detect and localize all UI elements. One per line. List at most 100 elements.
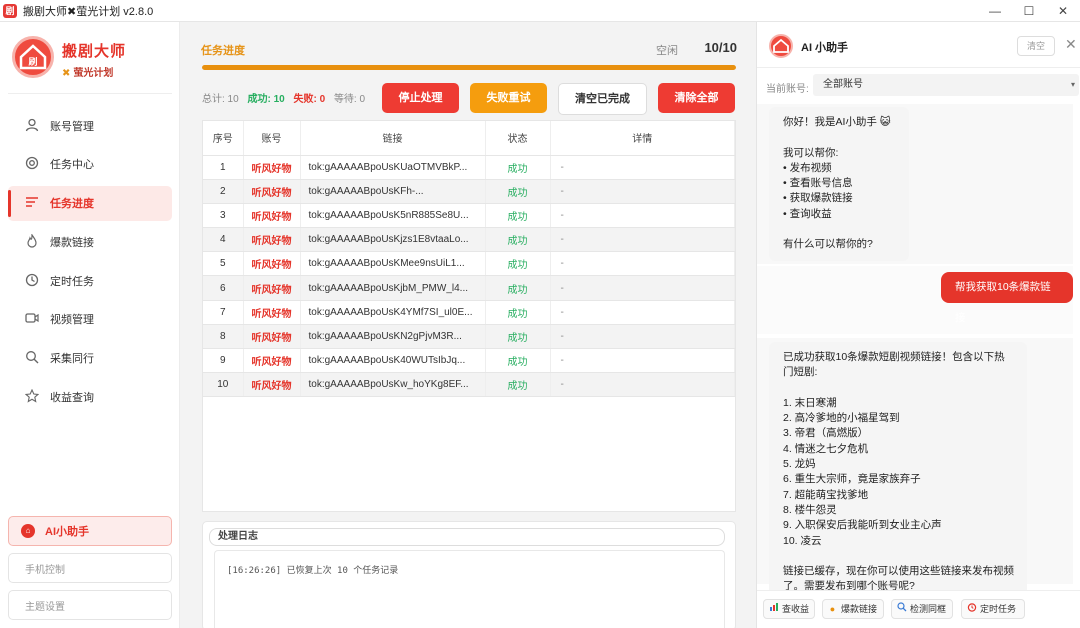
cell-detail: - [550,275,735,301]
sidebar-ai-assistant-button[interactable]: ⌂ AI小助手 [8,516,172,546]
table-row[interactable]: 1 听风好物 tok:gAAAAABpoUsKUaOTMVBkP... 成功 - [203,155,735,180]
sidebar-phone-label: 手机控制 [25,564,65,576]
cell-detail: - [550,227,735,253]
cell-account: 听风好物 [243,348,301,374]
sidebar-item-hot-links[interactable]: 爆款链接 [8,224,172,259]
progress-count: 10/10 [704,40,737,55]
table-row[interactable]: 8 听风好物 tok:gAAAAABpoUsKN2gPjvM3R... 成功 - [203,324,735,350]
ai-clear-button[interactable]: 清空 [1017,36,1055,56]
progress-status: 空闲 [656,45,678,57]
cell-account: 听风好物 [243,227,301,253]
cell-no: 2 [203,179,244,204]
close-window-button[interactable]: ✕ [1046,0,1080,22]
ai-panel-header: AI 小助手 清空 ✕ [757,22,1080,68]
cell-link: tok:gAAAAABpoUsKw_hoYKg8EF... [300,372,486,398]
sidebar-item-video-management[interactable]: 视频管理 [8,302,172,337]
cell-detail: - [550,300,735,325]
table-row[interactable]: 2 听风好物 tok:gAAAAABpoUsKFh-... 成功 - [203,179,735,204]
cell-link: tok:gAAAAABpoUsK40WUTsIbJq... [300,348,486,374]
table-row[interactable]: 6 听风好物 tok:gAAAAABpoUsKjbM_PMW_l4... 成功 … [203,275,735,301]
search-icon [24,350,40,366]
column-header: 账号 [243,121,301,156]
cell-account: 听风好物 [243,324,301,350]
ai-logo-icon: ⌂ [21,524,35,538]
cell-status: 成功 [485,300,551,325]
cell-status: 成功 [485,155,551,180]
sidebar-item-label: 任务进度 [50,198,94,211]
log-output[interactable]: [16:26:26] 已恢复上次 10 个任务记录 [214,550,725,628]
task-table: 序号 账号 链接 状态 详情 1 听风好物 tok:gAAAAABpoUsKUa… [202,120,736,512]
close-icon[interactable]: ✕ [1065,36,1077,53]
sidebar-theme-settings-button[interactable]: 主题设置 [8,590,172,620]
table-row[interactable]: 10 听风好物 tok:gAAAAABpoUsKw_hoYKg8EF... 成功… [203,372,735,398]
quick-hot-links-button[interactable]: ● 爆款链接 [822,599,884,619]
cell-link: tok:gAAAAABpoUsKjzs1E8vtaaLo... [300,227,486,253]
cell-no: 3 [203,203,244,229]
sidebar-item-task-center[interactable]: 任务中心 [8,147,172,182]
maximize-button[interactable]: ☐ [1012,0,1046,22]
house-logo-icon: 刷 [19,44,47,70]
sidebar-item-collect-peers[interactable]: 采集同行 [8,341,172,376]
column-header: 详情 [550,121,735,156]
cell-account: 听风好物 [243,155,301,180]
table-row[interactable]: 4 听风好物 tok:gAAAAABpoUsKjzs1E8vtaaLo... 成… [203,227,735,253]
account-select[interactable]: 全部账号 ▾ [813,74,1079,96]
sidebar-item-label: 视频管理 [50,314,94,327]
clear-all-button[interactable]: 清除全部 [658,83,735,113]
video-icon [24,311,40,327]
sidebar-divider [8,93,172,94]
progress-bar-fill [202,65,736,70]
sidebar-item-label: 任务中心 [50,159,94,172]
cell-status: 成功 [485,324,551,350]
quick-scheduled-tasks-button[interactable]: 定时任务 [961,599,1025,619]
quick-actions-bar: 查收益 ● 爆款链接 检测同框 定时任务 [757,590,1080,628]
window-title: 搬剧大师✖萤光计划 v2.8.0 [23,5,154,18]
cell-account: 听风好物 [243,179,301,204]
cell-link: tok:gAAAAABpoUsKUaOTMVBkP... [300,155,486,180]
alarm-icon [966,600,977,618]
table-row[interactable]: 9 听风好物 tok:gAAAAABpoUsK40WUTsIbJq... 成功 … [203,348,735,374]
cell-account: 听风好物 [243,203,301,229]
clear-completed-button[interactable]: 清空已完成 [558,83,647,115]
table-row[interactable]: 5 听风好物 tok:gAAAAABpoUsKMee9nsUiL1... 成功 … [203,251,735,277]
account-select-value: 全部账号 [823,79,863,90]
search-icon [896,600,907,618]
minimize-button[interactable]: — [978,0,1012,22]
fire-icon [24,232,40,250]
log-line: [16:26:26] 已恢复上次 10 个任务记录 [227,566,399,576]
table-row[interactable]: 7 听风好物 tok:gAAAAABpoUsK4YMf7SI_ul0E... 成… [203,300,735,325]
quick-earnings-button[interactable]: 查收益 [763,599,815,619]
cell-status: 成功 [485,227,551,253]
chevron-down-icon: ▾ [1070,80,1075,89]
brand-logo-icon: 刷 [12,36,54,78]
table-row[interactable]: 3 听风好物 tok:gAAAAABpoUsK5nR885Se8U... 成功 … [203,203,735,229]
current-account-label: 当前账号: [766,84,809,95]
sidebar-item-earnings[interactable]: 收益查询 [8,380,172,415]
cell-no: 10 [203,372,244,398]
cell-detail: - [550,203,735,229]
sidebar-item-task-progress[interactable]: 任务进度 [8,185,172,221]
cell-no: 6 [203,275,244,301]
stop-processing-button[interactable]: 停止处理 [382,83,459,113]
list-icon [24,195,40,211]
cell-link: tok:gAAAAABpoUsK5nR885Se8U... [300,203,486,229]
sidebar: 刷 搬剧大师 ✖ 萤光计划 账号管理 任务中心 任务进度 爆款链接 定时任务 视… [0,22,180,628]
svg-text:刷: 刷 [28,56,37,68]
cell-no: 5 [203,251,244,277]
ai-greeting-bubble: 你好！我是AI小助手 😺 我可以帮你: • 发布视频 • 查看账号信息 • 获取… [769,107,909,261]
sidebar-item-accounts[interactable]: 账号管理 [8,108,172,143]
column-header: 序号 [203,121,244,156]
cell-status: 成功 [485,348,551,374]
retry-failed-button[interactable]: 失败重试 [470,83,547,113]
ai-logo-icon [769,34,793,58]
sidebar-phone-control-button[interactable]: 手机控制 [8,553,172,583]
cell-link: tok:gAAAAABpoUsKjbM_PMW_l4... [300,275,486,301]
sidebar-item-scheduled-tasks[interactable]: 定时任务 [8,263,172,298]
cell-no: 4 [203,227,244,253]
user-message-bubble: 帮我获取10条爆款链接 [941,272,1073,324]
quick-detect-same-frame-button[interactable]: 检测同框 [891,599,953,619]
sidebar-theme-label: 主题设置 [25,601,65,613]
chat-area[interactable]: 你好！我是AI小助手 😺 我可以帮你: • 发布视频 • 查看账号信息 • 获取… [757,98,1080,590]
cell-account: 听风好物 [243,275,301,301]
chart-icon [768,600,779,618]
